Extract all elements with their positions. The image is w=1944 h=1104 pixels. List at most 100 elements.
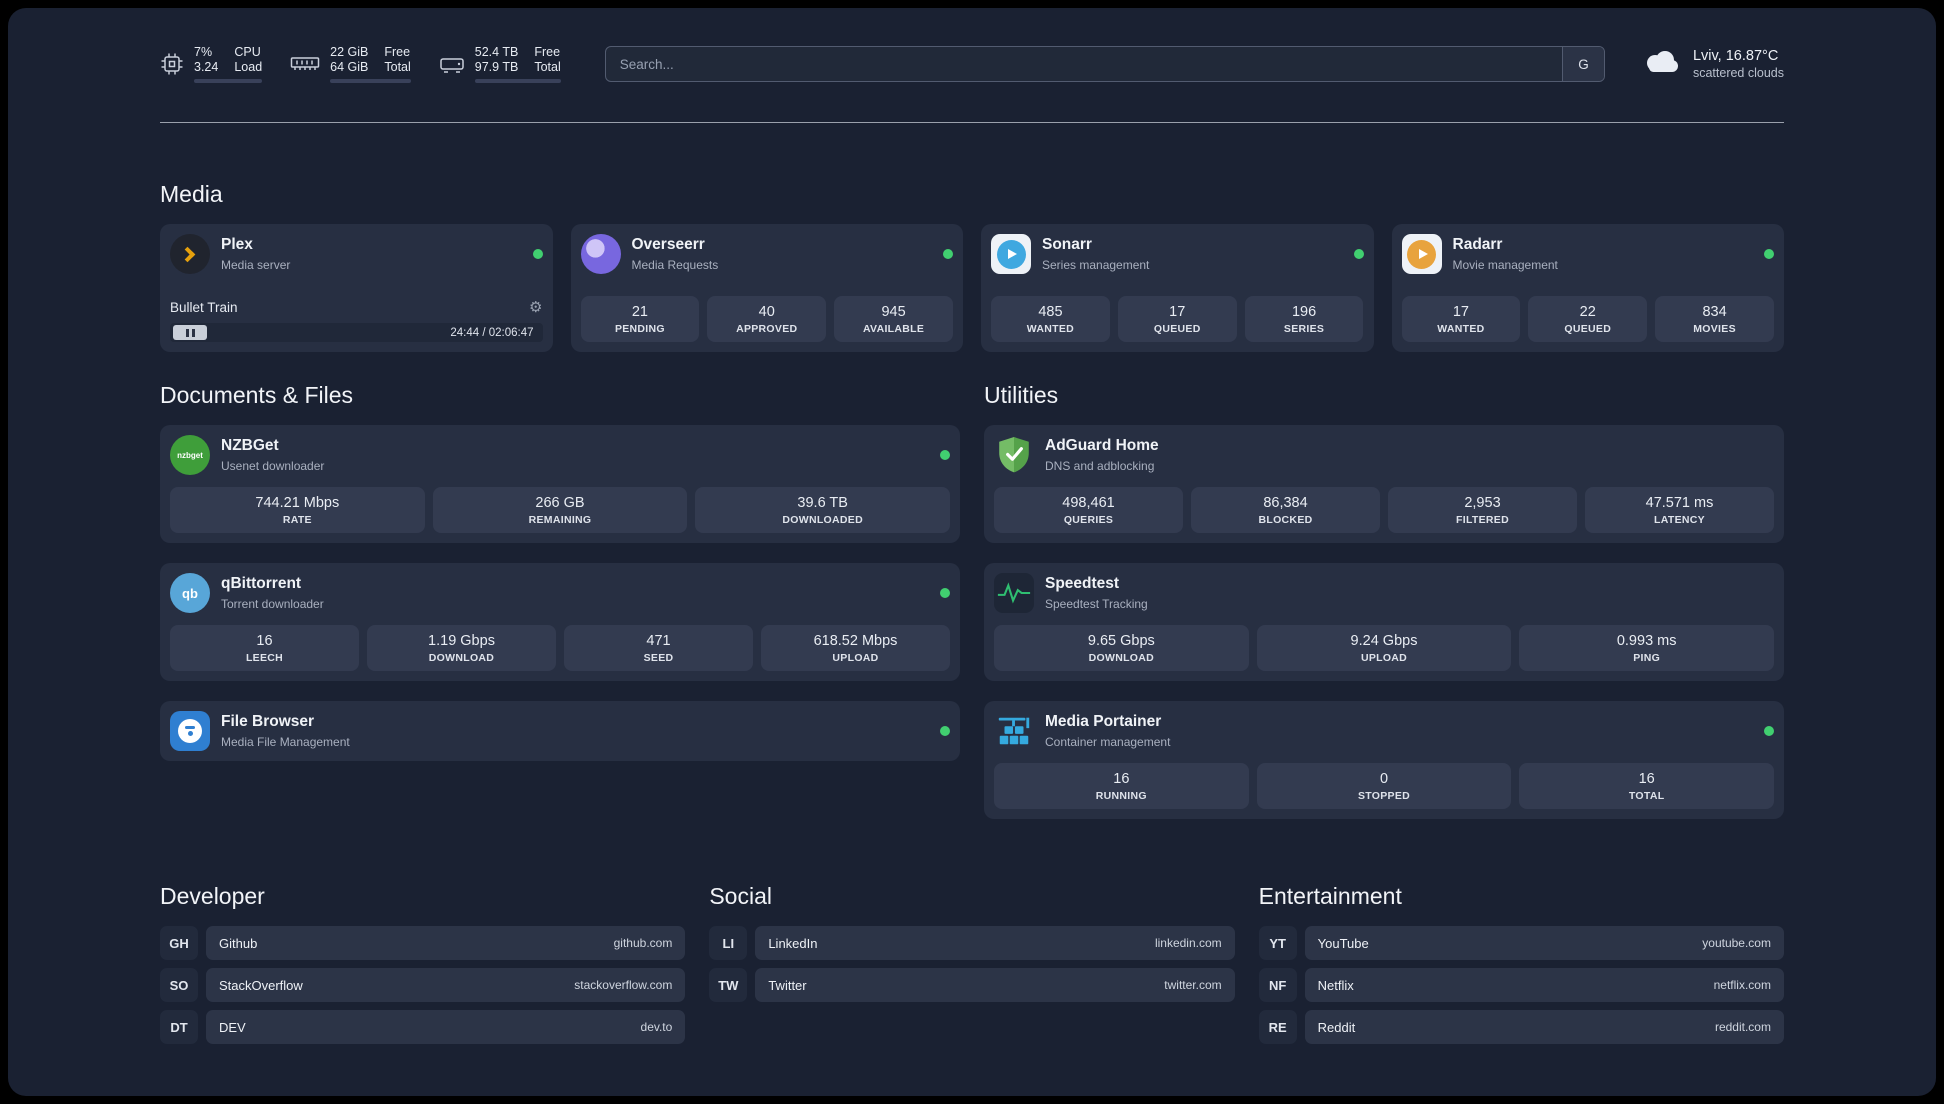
app-name: Plex	[221, 236, 253, 253]
filebrowser-dot	[187, 731, 193, 736]
overseerr-meta: Overseerr Media Requests	[632, 236, 719, 272]
media-section: Media Plex Media server Bullet Train ⚙ 2…	[160, 181, 1784, 352]
plex-card-header[interactable]: Plex Media server	[170, 234, 543, 274]
app-subtitle: Media Requests	[631, 257, 719, 272]
app-name: File Browser	[221, 713, 315, 730]
playback-progress-bar[interactable]: 24:44 / 02:06:47	[170, 323, 543, 342]
filebrowser-icon	[170, 711, 210, 751]
bookmarks-developer: Developer GH Github github.com SO StackO…	[160, 883, 686, 1044]
portainer-card-header[interactable]: Media Portainer Container management	[994, 711, 1774, 751]
app-card-overseerr[interactable]: Overseerr Media Requests 21 PENDING 40 A…	[570, 224, 963, 352]
status-dot	[940, 726, 950, 736]
app-name: qBittorrent	[221, 575, 302, 592]
app-card-radarr[interactable]: Radarr Movie management 17 WANTED 22 QUE…	[1391, 224, 1784, 352]
bookmark-link[interactable]: LinkedIn linkedin.com	[755, 926, 1235, 960]
stat-value: 744.21 Mbps	[255, 495, 340, 511]
stat-label: AVAILABLE	[862, 323, 925, 335]
bookmark-link[interactable]: YouTube youtube.com	[1304, 926, 1784, 960]
qbittorrent-card-header[interactable]: qb qBittorrent Torrent downloader	[170, 573, 950, 613]
bookmarks-social: Social LI LinkedIn linkedin.com TW Twitt…	[709, 883, 1235, 1044]
stat-tile: 16 RUNNING	[994, 763, 1249, 809]
bookmark-url: stackoverflow.com	[574, 978, 673, 992]
stat-value: 17	[1169, 304, 1186, 320]
app-card-sonarr[interactable]: Sonarr Series management 485 WANTED 17 Q…	[981, 224, 1374, 352]
stat-label: REMAINING	[528, 514, 592, 526]
bookmark-link[interactable]: Netflix netflix.com	[1304, 968, 1784, 1002]
bookmark-url: youtube.com	[1702, 936, 1771, 950]
stat-value: 9.65 Gbps	[1087, 633, 1155, 649]
nzbget-card-header[interactable]: nzbget NZBGet Usenet downloader	[170, 435, 950, 475]
section-title-utilities: Utilities	[984, 382, 1059, 408]
nzbget-icon-text: nzbget	[177, 450, 203, 460]
settings-gear-icon[interactable]: ⚙	[529, 300, 542, 315]
app-card-qbittorrent[interactable]: qb qBittorrent Torrent downloader 16 LEE…	[160, 563, 960, 681]
playback-time: 24:44 / 02:06:47	[450, 326, 534, 339]
bookmark-name: Github	[219, 935, 258, 951]
weather-widget: Lviv, 16.87°C scattered clouds	[1641, 48, 1784, 80]
status-dot	[1764, 726, 1774, 736]
section-title-entertainment: Entertainment	[1258, 883, 1402, 909]
stat-tile: 618.52 Mbps UPLOAD	[761, 625, 950, 671]
portainer-crane-icon	[994, 711, 1034, 751]
now-playing-widget: Bullet Train ⚙ 24:44 / 02:06:47	[170, 288, 543, 342]
app-subtitle: Container management	[1045, 734, 1171, 749]
filebrowser-card-header[interactable]: File Browser Media File Management	[170, 711, 950, 751]
app-subtitle: Media server	[221, 257, 291, 272]
radarr-card-header[interactable]: Radarr Movie management	[1401, 234, 1774, 274]
bookmark-name: Twitter	[768, 977, 807, 993]
stat-label: QUEUED	[1564, 323, 1612, 335]
status-dot	[532, 249, 543, 259]
overseerr-icon	[580, 234, 621, 274]
bookmark-url: dev.to	[640, 1020, 673, 1034]
search-input[interactable]	[605, 47, 1562, 81]
app-card-nzbget[interactable]: nzbget NZBGet Usenet downloader 744.21 M…	[160, 425, 960, 543]
section-title-developer: Developer	[160, 883, 265, 909]
stat-tile: 21 PENDING	[580, 296, 700, 342]
bookmark-link[interactable]: Github github.com	[206, 926, 686, 960]
bookmark-link[interactable]: Twitter twitter.com	[755, 968, 1235, 1002]
app-card-adguard[interactable]: AdGuard Home DNS and adblocking 498,461 …	[984, 425, 1784, 543]
stat-label: FILTERED	[1456, 514, 1509, 526]
sonarr-card-header[interactable]: Sonarr Series management	[991, 234, 1364, 274]
disk-usage-bar	[474, 79, 561, 83]
app-subtitle: DNS and adblocking	[1045, 458, 1155, 473]
stat-value: 1.19 Gbps	[428, 633, 495, 649]
stat-label: QUEUED	[1153, 323, 1201, 335]
qbittorrent-icon: qb	[170, 573, 210, 613]
hard-drive-icon	[439, 53, 465, 75]
radarr-stats: 17 WANTED 22 QUEUED 834 MOVIES	[1401, 284, 1775, 342]
stat-label: SEED	[643, 652, 674, 664]
status-dot	[943, 249, 953, 259]
bookmark-name: Reddit	[1317, 1019, 1356, 1035]
stat-tile: 39.6 TB DOWNLOADED	[695, 487, 951, 533]
portainer-meta: Media Portainer Container management	[1045, 713, 1170, 749]
plex-icon	[170, 234, 210, 274]
pause-button[interactable]	[173, 325, 207, 340]
search-engine-button[interactable]: G	[1561, 47, 1604, 81]
play-triangle	[1008, 249, 1017, 259]
app-card-filebrowser[interactable]: File Browser Media File Management	[160, 701, 960, 761]
app-card-speedtest[interactable]: Speedtest Speedtest Tracking 9.65 Gbps D…	[984, 563, 1784, 681]
bookmarks-section: Developer GH Github github.com SO StackO…	[160, 883, 1784, 1044]
section-title-documents: Documents & Files	[160, 382, 354, 408]
bookmark-stackoverflow: SO StackOverflow stackoverflow.com	[160, 968, 686, 1002]
stat-value: 0	[1379, 771, 1389, 787]
bookmark-abbr: YT	[1258, 926, 1297, 960]
stat-label: SERIES	[1283, 323, 1325, 335]
stat-label: WANTED	[1437, 323, 1485, 335]
disk-free-label: Free	[534, 45, 561, 59]
app-card-portainer[interactable]: Media Portainer Container management 16 …	[984, 701, 1784, 819]
bookmark-link[interactable]: DEV dev.to	[206, 1010, 686, 1044]
app-name: Overseerr	[631, 236, 705, 253]
memory-total-label: Total	[384, 60, 411, 74]
bookmark-youtube: YT YouTube youtube.com	[1258, 926, 1784, 960]
stat-tile: 47.571 ms LATENCY	[1585, 487, 1774, 533]
adguard-card-header[interactable]: AdGuard Home DNS and adblocking	[994, 435, 1774, 475]
speedtest-card-header[interactable]: Speedtest Speedtest Tracking	[994, 573, 1774, 613]
app-name: Radarr	[1452, 236, 1503, 253]
bookmark-link[interactable]: StackOverflow stackoverflow.com	[206, 968, 686, 1002]
app-card-plex[interactable]: Plex Media server Bullet Train ⚙ 24:44 /…	[160, 224, 553, 352]
overseerr-card-header[interactable]: Overseerr Media Requests	[580, 234, 953, 274]
memory-widget: 22 GiB Free 64 GiB Total	[290, 45, 411, 83]
bookmark-link[interactable]: Reddit reddit.com	[1304, 1010, 1784, 1044]
